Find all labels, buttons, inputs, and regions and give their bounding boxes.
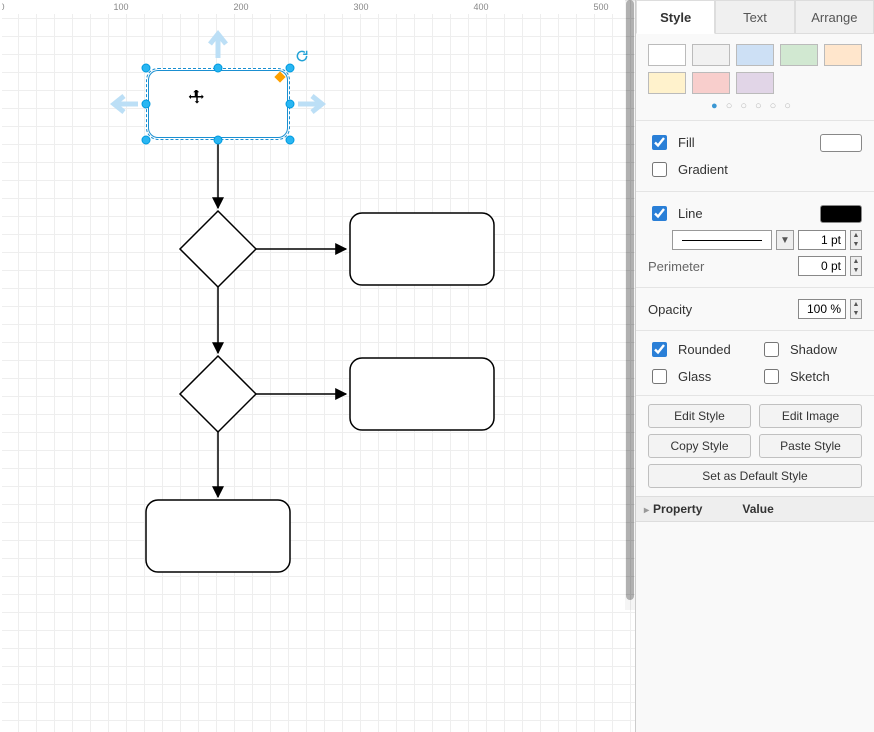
shadow-label: Shadow	[790, 342, 837, 357]
format-panel: Style Text Arrange ❮ ❯ ●○○○○○ Fill	[636, 0, 874, 732]
edit-image-button[interactable]: Edit Image	[759, 404, 862, 428]
process-shape[interactable]	[146, 500, 290, 572]
swatch-palette	[648, 44, 862, 94]
process-shape[interactable]	[350, 358, 494, 430]
line-style-dropdown-icon[interactable]: ▼	[776, 230, 794, 250]
ruler-left	[0, 0, 2, 732]
edit-style-button[interactable]: Edit Style	[648, 404, 751, 428]
ghost-arrow-right-icon[interactable]	[298, 92, 328, 119]
swatch[interactable]	[780, 44, 818, 66]
rounded-checkbox[interactable]	[652, 342, 667, 357]
swatch[interactable]	[692, 72, 730, 94]
sketch-checkbox[interactable]	[764, 369, 779, 384]
resize-handle-w[interactable]	[142, 100, 151, 109]
ruler-tick: 300	[353, 2, 368, 12]
swatch[interactable]	[648, 44, 686, 66]
fill-checkbox[interactable]	[652, 135, 667, 150]
rounded-label: Rounded	[678, 342, 731, 357]
ruler-tick: 400	[473, 2, 488, 12]
line-width-stepper[interactable]: ▲▼	[850, 230, 862, 250]
resize-handle-sw[interactable]	[142, 136, 151, 145]
decision-shape[interactable]	[180, 356, 256, 432]
line-width-input[interactable]	[798, 230, 846, 250]
tab-arrange[interactable]: Arrange	[795, 0, 874, 34]
opacity-input[interactable]	[798, 299, 846, 319]
value-header-label: Value	[702, 502, 866, 516]
line-checkbox[interactable]	[652, 206, 667, 221]
resize-handle-ne[interactable]	[286, 64, 295, 73]
swatch[interactable]	[736, 72, 774, 94]
ruler-tick: 200	[233, 2, 248, 12]
swatch[interactable]	[648, 72, 686, 94]
resize-handle-nw[interactable]	[142, 64, 151, 73]
rotate-handle[interactable]	[295, 49, 309, 63]
paste-style-button[interactable]: Paste Style	[759, 434, 862, 458]
opacity-stepper[interactable]: ▲▼	[850, 299, 862, 319]
fill-label: Fill	[678, 135, 695, 150]
perimeter-label: Perimeter	[648, 259, 704, 274]
gradient-label: Gradient	[678, 162, 728, 177]
decision-shape[interactable]	[180, 211, 256, 287]
line-label: Line	[678, 206, 703, 221]
ruler-tick: 500	[593, 2, 608, 12]
selected-shape[interactable]	[146, 68, 290, 140]
resize-handle-e[interactable]	[286, 100, 295, 109]
copy-style-button[interactable]: Copy Style	[648, 434, 751, 458]
line-style-select[interactable]	[672, 230, 772, 250]
perimeter-stepper[interactable]: ▲▼	[850, 256, 862, 276]
resize-handle-se[interactable]	[286, 136, 295, 145]
property-header-label: Property	[644, 502, 702, 516]
move-cursor-icon	[188, 89, 206, 112]
resize-handle-n[interactable]	[214, 64, 223, 73]
shadow-checkbox[interactable]	[764, 342, 779, 357]
line-color-chip[interactable]	[820, 205, 862, 223]
canvas[interactable]: 0 100 200 300 400 500	[0, 0, 636, 732]
property-table-header[interactable]: Property Value	[636, 496, 874, 522]
swatch[interactable]	[736, 44, 774, 66]
resize-handle-s[interactable]	[214, 136, 223, 145]
glass-label: Glass	[678, 369, 711, 384]
tab-text[interactable]: Text	[715, 0, 794, 34]
ruler-tick: 100	[113, 2, 128, 12]
swatch[interactable]	[692, 44, 730, 66]
ghost-arrow-up-icon[interactable]	[206, 28, 230, 61]
tab-style[interactable]: Style	[636, 0, 715, 34]
ghost-arrow-left-icon[interactable]	[108, 92, 138, 119]
swatch-page-dots[interactable]: ●○○○○○	[636, 96, 874, 120]
tabs: Style Text Arrange	[636, 0, 874, 34]
scrollbar-vertical[interactable]	[625, 0, 635, 610]
set-default-style-button[interactable]: Set as Default Style	[648, 464, 862, 488]
sketch-label: Sketch	[790, 369, 830, 384]
swatch-next-icon[interactable]: ❯	[868, 59, 874, 79]
opacity-label: Opacity	[648, 302, 692, 317]
process-shape[interactable]	[350, 213, 494, 285]
gradient-checkbox[interactable]	[652, 162, 667, 177]
perimeter-input[interactable]	[798, 256, 846, 276]
glass-checkbox[interactable]	[652, 369, 667, 384]
fill-color-chip[interactable]	[820, 134, 862, 152]
swatch[interactable]	[824, 44, 862, 66]
ruler-top: 0 100 200 300 400 500	[0, 0, 625, 14]
